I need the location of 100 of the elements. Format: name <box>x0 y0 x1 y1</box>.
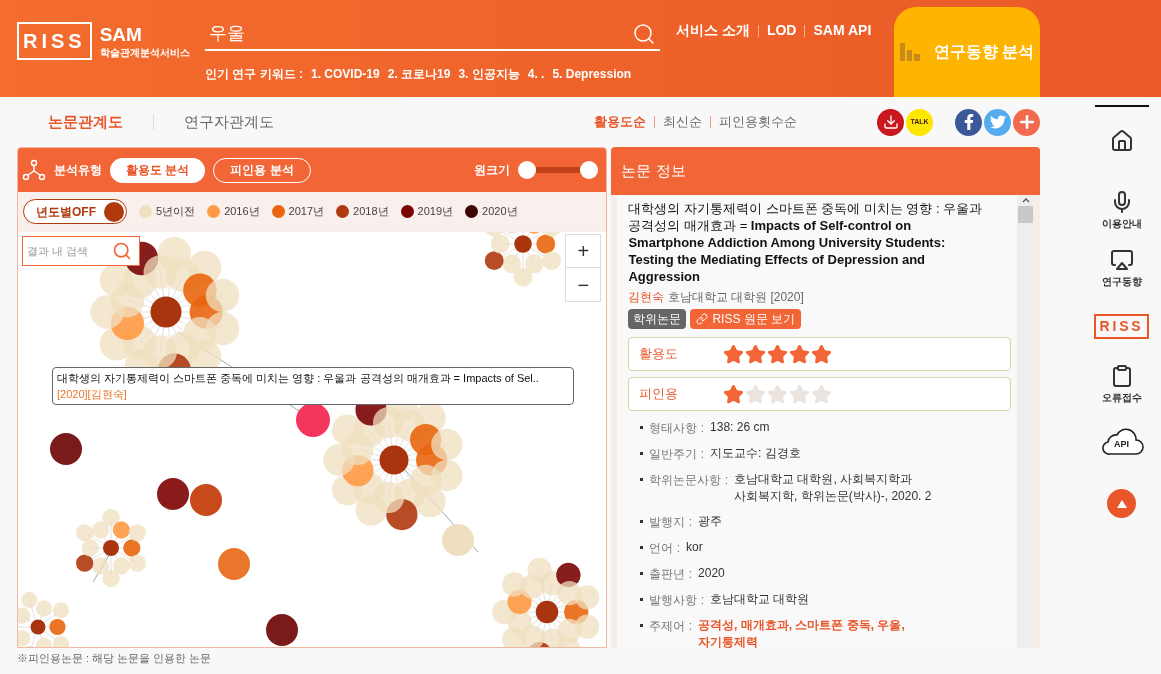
detail-label: 형태사항 : <box>649 420 705 437</box>
detail-label: 언어 : <box>649 540 681 557</box>
rating-star-icon <box>723 383 745 405</box>
riss-original-link[interactable]: RISS 원문 보기 <box>690 309 802 329</box>
keyword-link[interactable]: 2. 코로나19 <box>387 65 451 83</box>
logo-subtitle: 학술관계분석서비스 <box>99 46 190 60</box>
home-icon <box>1109 129 1134 153</box>
bar-chart-icon <box>899 43 922 61</box>
legend-label: 2018년 <box>353 204 389 220</box>
sidebar-item[interactable]: RISS <box>1093 299 1150 353</box>
node[interactable] <box>157 478 189 510</box>
node[interactable] <box>266 614 298 646</box>
search-input[interactable]: 우울 <box>209 20 589 47</box>
detail-label: 주제어 : <box>649 618 693 635</box>
detail-value: 2020 <box>698 565 725 582</box>
zoom-out-button[interactable]: − <box>566 268 601 301</box>
keyword-link[interactable]: 3. 인공지능 <box>458 65 520 83</box>
node-cluster[interactable] <box>18 591 70 647</box>
nav-link[interactable]: LOD <box>766 20 797 41</box>
rating-star-icon <box>745 383 767 405</box>
sort-option[interactable]: 피인용횟수순 <box>719 112 797 132</box>
node[interactable] <box>218 548 250 580</box>
node[interactable] <box>442 524 474 556</box>
download-button[interactable] <box>877 108 904 136</box>
search-icon[interactable] <box>112 241 132 261</box>
result-search-input[interactable]: 결과 내 검색 <box>27 242 112 260</box>
download-icon <box>882 114 899 130</box>
keywords-label: 인기 연구 키워드 : <box>205 66 303 83</box>
thesis-badge: 학위논문 <box>628 309 687 329</box>
affiliation: 호남대학교 대학원 [2020] <box>667 290 804 304</box>
analysis-type-label: 분석유형 <box>54 162 102 179</box>
keyword-link[interactable]: 4. . <box>527 65 545 83</box>
scroll-top-button[interactable] <box>1107 489 1136 518</box>
bird-icon <box>989 114 1006 130</box>
detail-label: 발행사항 : <box>649 592 705 609</box>
rating-star-icon <box>789 383 811 405</box>
search-icon[interactable] <box>632 21 656 46</box>
detail-label: 일반주기 : <box>649 446 705 463</box>
legend-label: 2016년 <box>224 204 260 220</box>
keyword-link[interactable]: 5. Depression <box>552 65 632 83</box>
rating-label: 피인용 <box>639 385 680 404</box>
cloud-icon <box>1099 428 1144 456</box>
legend-label: 2020년 <box>482 204 518 220</box>
more-share-button[interactable] <box>1013 108 1040 136</box>
zoom-in-button[interactable]: + <box>566 235 601 268</box>
node-cluster[interactable] <box>484 232 562 287</box>
link-icon <box>696 313 709 325</box>
info-panel-title: 논문 정보 <box>621 160 686 181</box>
result-search-field[interactable]: 결과 내 검색 <box>22 236 140 266</box>
rating-star-icon <box>811 343 833 365</box>
footnote: ※피인용논문 : 해당 논문을 인용한 논문 <box>17 651 213 666</box>
detail-label: 발행지 : <box>649 514 693 531</box>
keyword-link[interactable]: 1. COVID-19 <box>311 65 380 83</box>
node-cluster[interactable] <box>76 508 146 588</box>
analysis-type-button[interactable]: 활용도 분석 <box>110 157 206 183</box>
riss-logo: RISS <box>1093 313 1150 339</box>
sidebar-item[interactable]: 이용안내 <box>1101 183 1142 237</box>
nav-link[interactable]: 서비스 소개 <box>676 20 750 41</box>
node-cluster[interactable] <box>492 557 600 647</box>
scrollbar-thumb[interactable] <box>1018 206 1033 223</box>
rating-star-icon <box>811 383 833 405</box>
rating-label: 활용도 <box>639 345 680 364</box>
detail-value: 호남대학교 대학원 <box>710 591 810 608</box>
research-trend-tab[interactable]: 연구동향 분석 <box>894 7 1040 97</box>
nav-link[interactable]: SAM API <box>813 20 872 41</box>
logo-name: SAM <box>99 22 143 47</box>
author-link[interactable]: 김현숙 <box>628 290 665 304</box>
facebook-button[interactable] <box>955 108 982 136</box>
detail-value: 호남대학교 대학원, 사회복지학과 사회복지학, 학위논문(박사)-, 2020. 2 <box>734 471 932 505</box>
legend-label: 2019년 <box>417 204 454 220</box>
node[interactable] <box>50 433 82 465</box>
detail-label: 학위논문사항 : <box>649 472 729 489</box>
year-toggle[interactable]: 년도별OFF <box>23 199 127 224</box>
riss-logo: RISS <box>17 22 92 60</box>
circle-size-label: 원크기 <box>474 162 511 179</box>
detail-value: 광주 <box>698 513 723 530</box>
slider-thumb[interactable] <box>518 161 537 179</box>
slider-thumb[interactable] <box>580 161 599 179</box>
rating-star-icon <box>723 343 745 365</box>
sort-option[interactable]: 활용도순 <box>594 112 646 132</box>
detail-label: 출판년 : <box>649 566 693 583</box>
search-field[interactable]: 우울 <box>205 18 660 51</box>
detail-value: kor <box>686 539 703 556</box>
scroll-up-icon[interactable] <box>1021 198 1030 203</box>
detail-value: 138: 26 cm <box>710 419 770 436</box>
sidebar-item[interactable]: API <box>1099 415 1144 469</box>
sort-option[interactable]: 최신순 <box>663 112 702 132</box>
up-triangle-icon <box>1116 499 1127 508</box>
keyword-list: 공격성, 매개효과, 스마트폰 중독, 우울, 자기통제력 <box>698 617 905 648</box>
scrollbar[interactable] <box>1017 195 1034 648</box>
screen-icon <box>1109 247 1134 272</box>
sidebar-item[interactable]: 연구동향 <box>1101 241 1142 295</box>
sidebar-item[interactable]: 오류접수 <box>1101 357 1142 411</box>
view-tab[interactable]: 연구자관계도 <box>184 110 274 134</box>
legend-label: 2017년 <box>288 204 325 220</box>
network-icon <box>22 158 46 182</box>
rating-star-icon <box>767 343 789 365</box>
node[interactable] <box>296 403 330 437</box>
view-tab[interactable]: 논문관계도 <box>48 110 123 134</box>
node[interactable] <box>190 484 222 516</box>
